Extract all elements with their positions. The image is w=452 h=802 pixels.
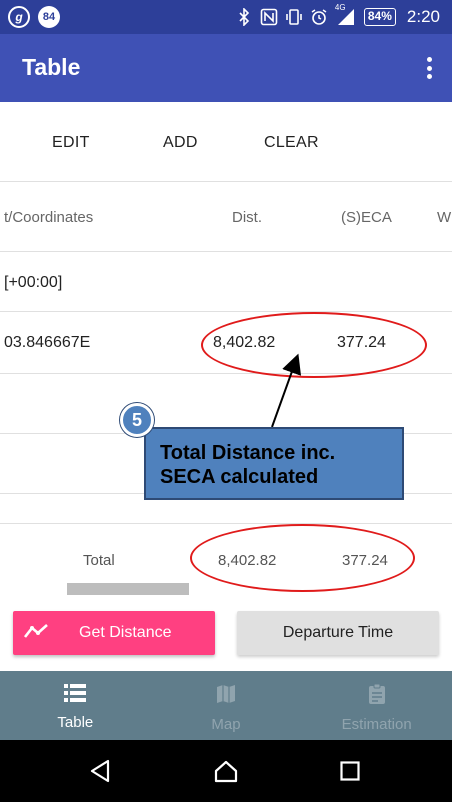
row-coordinates: 03.846667E xyxy=(4,334,91,351)
nav-item-map[interactable]: Map xyxy=(151,671,302,740)
recents-icon[interactable] xyxy=(340,761,360,786)
battery-indicator: 84% xyxy=(363,8,396,26)
annotation-callout: Total Distance inc. SECA calculated xyxy=(144,427,404,500)
nfc-icon xyxy=(260,8,278,26)
highlight-ellipse-row xyxy=(201,312,427,378)
add-button[interactable]: ADD xyxy=(163,134,198,152)
table-header-row: t/Coordinates Dist. (S)ECA W xyxy=(0,182,452,252)
header-coordinates: t/Coordinates xyxy=(4,209,94,226)
home-icon[interactable] xyxy=(214,759,238,788)
nav-label-map: Map xyxy=(211,716,241,733)
get-distance-button[interactable]: Get Distance xyxy=(13,611,215,655)
header-w: W xyxy=(437,209,452,226)
back-icon[interactable] xyxy=(88,759,112,788)
bottom-navigation: Table Map Estimation xyxy=(0,671,452,740)
edit-button[interactable]: EDIT xyxy=(52,134,90,152)
trending-line-icon xyxy=(23,622,53,645)
system-navigation-bar xyxy=(0,740,452,802)
g-app-icon: g xyxy=(8,6,30,28)
clipboard-icon xyxy=(366,683,388,710)
page-title: Table xyxy=(22,54,81,80)
get-distance-label: Get Distance xyxy=(79,624,172,641)
total-label: Total xyxy=(83,552,115,569)
list-icon xyxy=(64,683,87,708)
nav-label-estimation: Estimation xyxy=(341,716,412,733)
row-coordinates: [+00:00] xyxy=(4,274,63,291)
alarm-icon xyxy=(310,8,328,26)
app-bar: Table xyxy=(0,34,452,102)
clear-button[interactable]: CLEAR xyxy=(264,134,319,152)
table-row[interactable] xyxy=(0,374,452,434)
map-icon xyxy=(215,683,237,710)
departure-time-button[interactable]: Departure Time xyxy=(237,611,439,655)
horizontal-scrollbar[interactable] xyxy=(67,583,189,595)
bluetooth-icon xyxy=(235,8,253,26)
action-bar: Get Distance Departure Time xyxy=(0,596,452,671)
departure-time-label: Departure Time xyxy=(282,624,394,641)
table-toolbar: EDIT ADD CLEAR xyxy=(0,102,452,182)
clock: 2:20 xyxy=(406,7,440,26)
nav-item-estimation[interactable]: Estimation xyxy=(301,671,452,740)
notification-count-badge: 84 xyxy=(38,6,60,28)
nav-label-table: Table xyxy=(57,714,94,731)
header-seca: (S)ECA xyxy=(341,209,392,226)
network-type: 4G xyxy=(334,3,346,12)
table-row[interactable]: [+00:00] xyxy=(0,252,452,312)
status-bar: g 84 4G 84% 2:20 xyxy=(0,0,452,34)
callout-line-2: SECA calculated xyxy=(160,466,319,488)
signal-icon: 4G xyxy=(335,3,357,26)
step-number-badge: 5 xyxy=(120,403,154,437)
highlight-ellipse-total xyxy=(190,524,415,592)
nav-item-table[interactable]: Table xyxy=(0,671,151,740)
callout-line-1: Total Distance inc. xyxy=(160,442,336,464)
header-distance: Dist. xyxy=(232,209,262,226)
overflow-menu-icon[interactable] xyxy=(420,54,438,82)
vibrate-icon xyxy=(285,8,303,26)
